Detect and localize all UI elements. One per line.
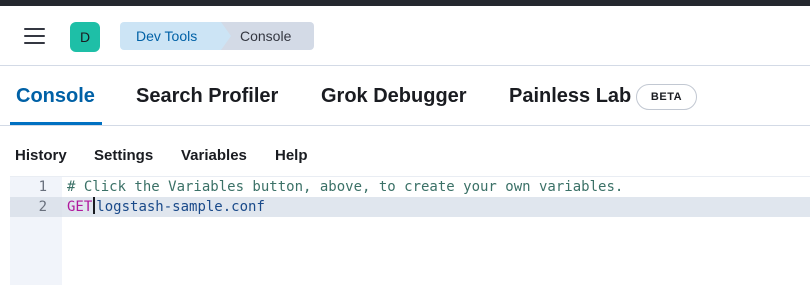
active-tab-indicator xyxy=(10,122,102,125)
space-avatar[interactable]: D xyxy=(70,22,100,52)
tab-console[interactable]: Console xyxy=(16,66,95,126)
variables-button[interactable]: Variables xyxy=(181,147,247,164)
console-editor[interactable]: 1 2 # Click the Variables button, above,… xyxy=(10,176,810,285)
help-button[interactable]: Help xyxy=(275,147,308,164)
http-method: GET xyxy=(67,199,93,215)
code-line-comment: # Click the Variables button, above, to … xyxy=(67,179,624,195)
breadcrumb-console: Console xyxy=(221,22,314,50)
settings-button[interactable]: Settings xyxy=(94,147,153,164)
dev-tools-tabs: Console Search Profiler Grok Debugger Pa… xyxy=(0,66,810,126)
history-button[interactable]: History xyxy=(15,147,67,164)
tab-search-profiler[interactable]: Search Profiler xyxy=(136,66,278,126)
app-header: D Dev Tools Console xyxy=(0,6,810,66)
beta-badge: BETA xyxy=(636,84,697,110)
code-line-request: GET logstash-sample.conf xyxy=(67,197,265,217)
tab-painless-lab[interactable]: Painless Lab xyxy=(509,66,631,126)
text-cursor xyxy=(93,197,96,214)
hamburger-menu-icon[interactable] xyxy=(22,26,48,48)
request-url: logstash-sample.conf xyxy=(96,199,265,215)
breadcrumb-dev-tools[interactable]: Dev Tools xyxy=(120,22,232,50)
line-number: 1 xyxy=(38,179,47,195)
tab-grok-debugger[interactable]: Grok Debugger xyxy=(321,66,467,126)
line-number: 2 xyxy=(38,199,47,215)
